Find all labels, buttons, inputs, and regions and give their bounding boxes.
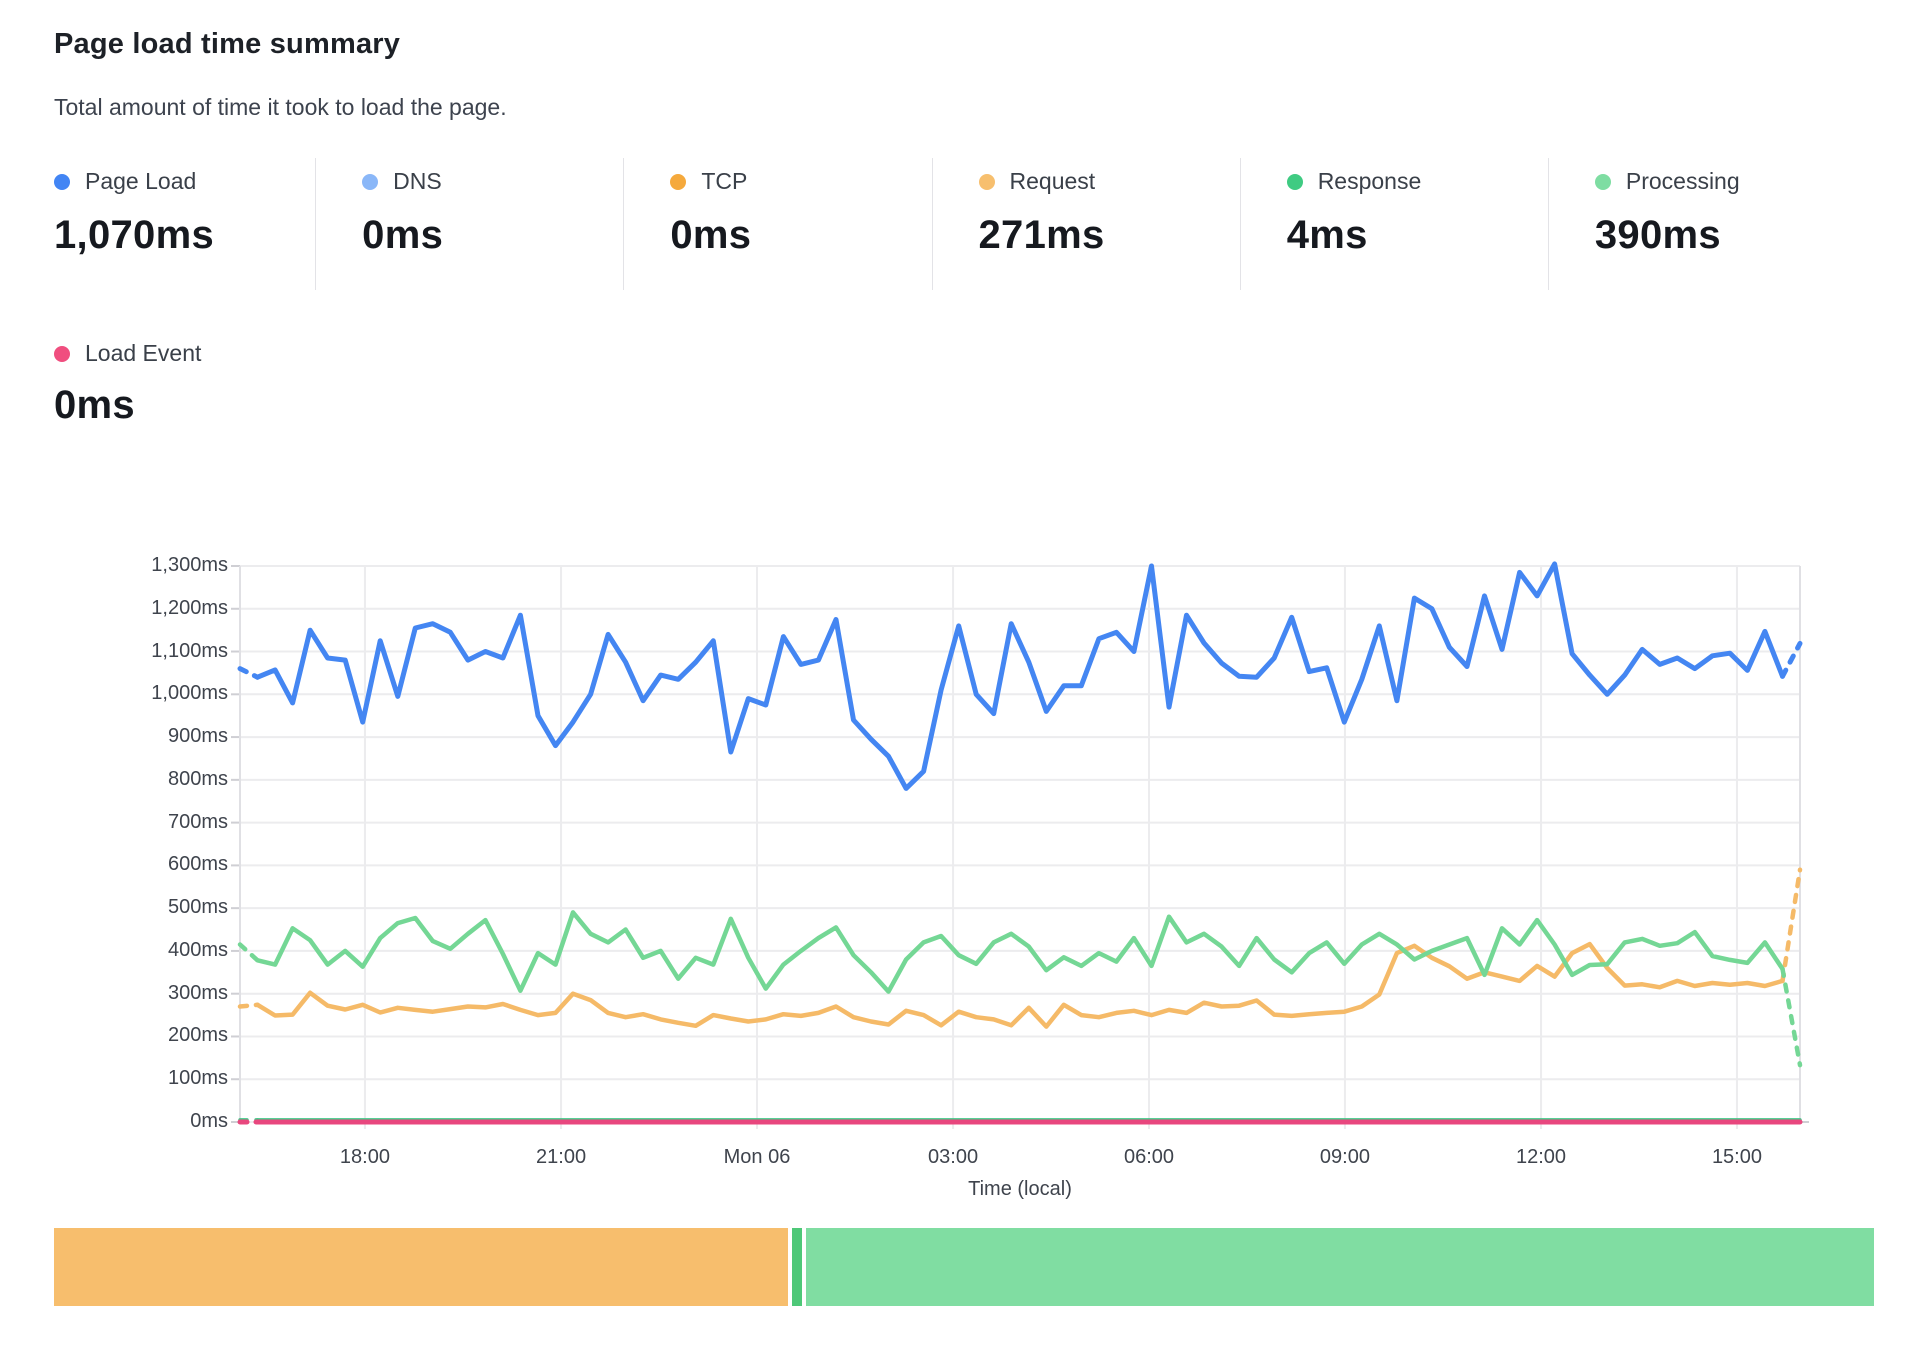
y-axis-label: 1,300ms: [48, 554, 228, 577]
response-value: 4ms: [1287, 213, 1548, 258]
legend-tcp[interactable]: TCP: [670, 168, 931, 195]
x-axis-label: 15:00: [1712, 1146, 1762, 1169]
load-event-legend-dot: [54, 346, 70, 362]
request-legend-dot: [979, 174, 995, 190]
x-axis-label: 03:00: [928, 1146, 978, 1169]
processing-line-dashed-head: [240, 945, 258, 961]
y-axis-label: 200ms: [48, 1024, 228, 1047]
dns-value: 0ms: [362, 213, 623, 258]
legend-label: Load Event: [85, 340, 201, 367]
legend-label: Request: [1010, 168, 1096, 195]
legend-label: Processing: [1626, 168, 1740, 195]
y-axis-label: 900ms: [48, 725, 228, 748]
page-load-legend-dot: [54, 174, 70, 190]
request-line-dashed-tail: [1783, 870, 1801, 981]
stat-tcp: TCP 0ms: [623, 158, 931, 290]
x-axis-label: 06:00: [1124, 1146, 1174, 1169]
page-load-value: 1,070ms: [54, 213, 315, 258]
request-line-dashed-head: [240, 1005, 258, 1007]
legend-response[interactable]: Response: [1287, 168, 1548, 195]
chart-plot-area: [240, 566, 1880, 1166]
y-axis-label: 500ms: [48, 896, 228, 919]
page-load-dashboard: { "header": { "title": "Page load time s…: [0, 0, 1910, 1352]
legend-label: DNS: [393, 168, 442, 195]
metric-summary-row: Page Load 1,070ms DNS 0ms TCP 0ms Reques…: [54, 158, 1856, 290]
legend-page-load[interactable]: Page Load: [54, 168, 315, 195]
stat-request: Request 271ms: [932, 158, 1240, 290]
x-axis-label: 21:00: [536, 1146, 586, 1169]
y-axis-label: 400ms: [48, 939, 228, 962]
x-axis-title: Time (local): [968, 1178, 1072, 1201]
page-title: Page load time summary: [54, 28, 400, 61]
page-subtitle: Total amount of time it took to load the…: [54, 94, 507, 121]
processing-value: 390ms: [1595, 213, 1856, 258]
request-value: 271ms: [979, 213, 1240, 258]
x-axis-label: 18:00: [340, 1146, 390, 1169]
y-axis-label: 1,100ms: [48, 640, 228, 663]
y-axis-label: 100ms: [48, 1067, 228, 1090]
stat-response: Response 4ms: [1240, 158, 1548, 290]
timing-breakdown-bar: [54, 1228, 1874, 1306]
legend-processing[interactable]: Processing: [1595, 168, 1856, 195]
tcp-value: 0ms: [670, 213, 931, 258]
x-axis-label: Mon 06: [724, 1146, 791, 1169]
y-axis-label: 700ms: [48, 811, 228, 834]
stat-load-event: Load Event 0ms: [54, 340, 201, 428]
y-axis-label: 0ms: [48, 1110, 228, 1133]
x-axis-label: 12:00: [1516, 1146, 1566, 1169]
response-legend-dot: [1287, 174, 1303, 190]
response-share: [792, 1228, 802, 1306]
legend-request[interactable]: Request: [979, 168, 1240, 195]
stat-dns: DNS 0ms: [315, 158, 623, 290]
page-load-line: [258, 564, 1783, 789]
dns-legend-dot: [362, 174, 378, 190]
stat-page-load: Page Load 1,070ms: [54, 158, 315, 290]
legend-label: TCP: [701, 168, 747, 195]
legend-label: Response: [1318, 168, 1422, 195]
page-load-line-dashed-tail: [1783, 643, 1801, 676]
load-event-value: 0ms: [54, 383, 201, 428]
legend-label: Page Load: [85, 168, 196, 195]
request-share: [54, 1228, 788, 1306]
stat-processing: Processing 390ms: [1548, 158, 1856, 290]
page-load-line-dashed-head: [240, 669, 258, 678]
y-axis-label: 1,000ms: [48, 682, 228, 705]
request-line: [258, 944, 1783, 1027]
legend-dns[interactable]: DNS: [362, 168, 623, 195]
y-axis-label: 600ms: [48, 853, 228, 876]
y-axis-label: 1,200ms: [48, 597, 228, 620]
processing-share: [806, 1228, 1874, 1306]
y-axis-label: 300ms: [48, 982, 228, 1005]
processing-line-dashed-tail: [1783, 969, 1801, 1065]
x-axis-label: 09:00: [1320, 1146, 1370, 1169]
y-axis-label: 800ms: [48, 768, 228, 791]
legend-load-event[interactable]: Load Event: [54, 340, 201, 367]
tcp-legend-dot: [670, 174, 686, 190]
processing-line: [258, 912, 1783, 991]
processing-legend-dot: [1595, 174, 1611, 190]
